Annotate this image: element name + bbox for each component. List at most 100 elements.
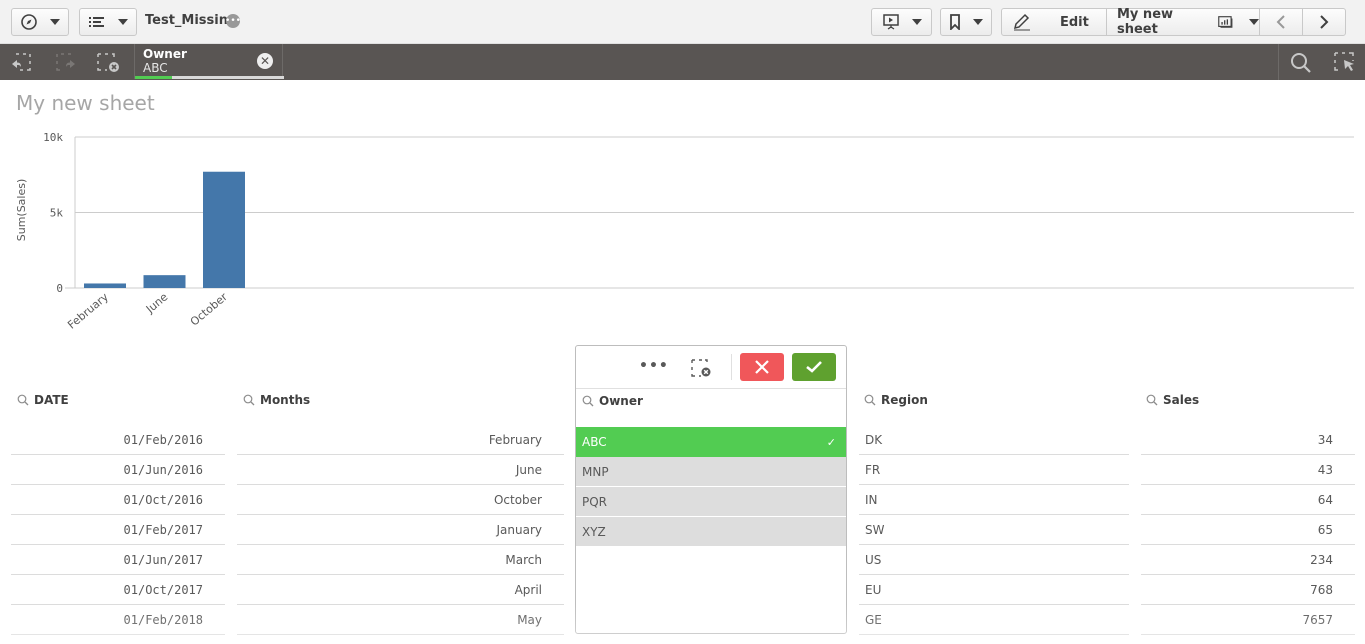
list-item[interactable]: 01/Jun/2016 [11,455,225,485]
y-tick-label: 5k [50,207,64,220]
listbox-title: Months [260,393,311,407]
listbox-header-sales[interactable]: Sales [1146,393,1199,407]
listbox-sales: 34 43 64 65 234 768 7657 [1141,425,1355,635]
more-options-icon[interactable]: ••• [639,358,669,374]
list-item[interactable]: 01/Feb/2017 [11,515,225,545]
list-item-value: May [517,612,542,627]
list-item[interactable]: GE [859,605,1129,635]
list-item[interactable]: 7657 [1141,605,1355,635]
chevron-right-icon [1320,15,1329,29]
list-item[interactable]: DK [859,425,1129,455]
list-item[interactable]: PQR [576,487,846,517]
selection-state-bar [135,76,284,79]
list-item[interactable]: MNP [576,457,846,487]
toolbar-divider [731,354,732,380]
list-item[interactable]: 01/Jun/2017 [11,545,225,575]
list-item[interactable]: ABC ✓ [576,427,846,457]
list-item[interactable]: FR [859,455,1129,485]
list-item[interactable]: 01/Oct/2017 [11,575,225,605]
list-item-value: February [488,432,542,447]
selection-chip-owner[interactable]: Owner ABC ✕ [134,44,284,79]
selected-portion [135,76,173,79]
list-item[interactable]: January [237,515,564,545]
selections-tools [1278,44,1365,80]
list-item[interactable]: March [237,545,564,575]
listbox-title: Sales [1163,393,1200,407]
listbox-header-owner[interactable]: Owner [582,394,643,408]
list-item-value: 01/Feb/2017 [123,522,203,537]
list-item[interactable]: EU [859,575,1129,605]
sheet-selector[interactable]: My new sheet [1106,7,1260,37]
sheet-thumbnail-icon [1218,16,1233,28]
clear-all-selections-icon[interactable] [96,52,120,72]
previous-sheet-button[interactable] [1259,8,1303,36]
list-item-value: SW [865,522,885,537]
list-item[interactable]: 65 [1141,515,1355,545]
story-button[interactable] [871,8,932,36]
step-forward-icon[interactable] [53,52,77,72]
owner-listbox-panel: ••• Owner ABC ✓ MNP PQR XYZ [575,345,847,634]
list-item-value: DK [865,432,883,447]
y-tick-label: 0 [56,282,63,295]
selections-tool-icon[interactable] [1333,51,1357,73]
list-item[interactable]: XYZ [576,517,846,547]
list-item[interactable]: 01/Feb/2018 [11,605,225,635]
search-icon [17,394,29,406]
edit-button[interactable]: Edit [1001,8,1107,36]
checkmark-icon [806,361,822,373]
x-tick-label: June [143,290,171,316]
cancel-selection-button[interactable] [740,353,784,381]
pencil-icon [1013,13,1030,31]
list-item-value: FR [865,462,881,477]
list-item[interactable]: May [237,605,564,635]
list-item[interactable]: IN [859,485,1129,515]
list-item[interactable]: 43 [1141,455,1355,485]
listbox-title: Owner [599,394,643,408]
list-item[interactable]: US [859,545,1129,575]
list-item-value: PQR [582,494,608,509]
bookmarks-button[interactable] [940,8,992,36]
list-item-value: 65 [1317,522,1333,537]
step-back-icon[interactable] [10,52,34,72]
list-item[interactable]: April [237,575,564,605]
bar-june[interactable] [143,275,186,288]
search-icon[interactable] [1289,51,1313,75]
sheet-selector-label: My new sheet [1117,7,1174,37]
list-item[interactable]: 01/Oct/2016 [11,485,225,515]
list-item[interactable]: October [237,485,564,515]
global-menu-button[interactable] [11,8,69,36]
x-tick-label: February [65,290,111,332]
bar-chart[interactable]: 0 5k 10k February June October Sum(Sales) [0,120,1365,340]
list-item-value: IN [865,492,878,507]
next-sheet-button[interactable] [1302,8,1346,36]
confirm-selection-button[interactable] [792,353,836,381]
search-icon [243,394,255,406]
listbox-header-date[interactable]: DATE [17,393,69,407]
selected-check-icon: ✓ [826,435,836,449]
listbox-header-region[interactable]: Region [864,393,928,407]
list-item[interactable]: June [237,455,564,485]
list-item-value: April [514,582,542,597]
list-item-value: 01/Jun/2016 [123,462,203,477]
app-overview-button[interactable] [79,8,137,36]
bar-february[interactable] [84,283,126,288]
list-item-value: 01/Oct/2017 [123,582,203,597]
list-item[interactable]: 34 [1141,425,1355,455]
chevron-down-icon [973,19,983,25]
list-item[interactable]: 234 [1141,545,1355,575]
chevron-down-icon [911,19,922,25]
list-item-value: 01/Feb/2016 [123,432,203,447]
app-title: Test_Missing [145,13,238,28]
list-item[interactable]: February [237,425,564,455]
list-item[interactable]: 01/Feb/2016 [11,425,225,455]
bar-october[interactable] [203,171,245,288]
listbox-header-months[interactable]: Months [243,393,310,407]
presentation-icon [882,14,899,30]
list-item-value: 34 [1317,432,1333,447]
list-item-value: 43 [1317,462,1333,477]
clear-selection-icon[interactable]: ✕ [257,53,273,69]
clear-selection-icon[interactable] [690,358,712,378]
list-item[interactable]: SW [859,515,1129,545]
list-item[interactable]: 64 [1141,485,1355,515]
list-item[interactable]: 768 [1141,575,1355,605]
